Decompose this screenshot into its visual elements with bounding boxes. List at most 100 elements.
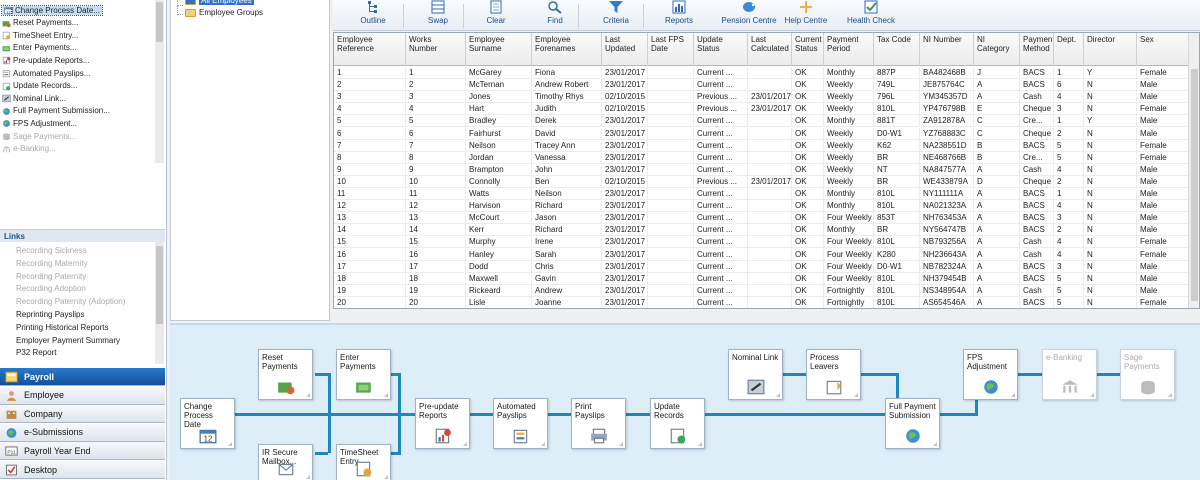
column-header[interactable]: NI Number — [920, 33, 974, 66]
column-header[interactable]: Director — [1084, 33, 1137, 66]
process-step[interactable]: Process Leavers — [806, 349, 861, 400]
column-header[interactable]: Works Number — [406, 33, 466, 66]
link-item[interactable]: Employer Payment Summary — [16, 335, 120, 347]
link-item[interactable]: Recording Maternity — [16, 258, 88, 270]
link-item[interactable]: Printing Historical Reports — [16, 322, 108, 334]
nav-employee[interactable]: Employee — [0, 386, 165, 405]
column-header[interactable]: Payment Method — [1020, 33, 1054, 66]
column-header[interactable]: Employee Reference — [334, 33, 406, 66]
table-cell — [748, 163, 792, 176]
process-step[interactable]: Automated Payslips — [493, 398, 548, 449]
nav-year-end[interactable]: P11 Payroll Year End — [0, 442, 165, 461]
process-step[interactable]: Pre-update Reports — [415, 398, 470, 449]
nav-company[interactable]: Company — [0, 405, 165, 424]
table-cell: Y — [1084, 115, 1137, 128]
process-step[interactable]: Update Records — [650, 398, 705, 449]
process-step[interactable]: IR Secure Mailbox... — [258, 444, 313, 480]
table-row[interactable]: 11 11 Watts Neilson 23/01/2017 Current ... OK M… — [334, 188, 1189, 200]
toolbar-outline-button[interactable]: Outline — [345, 0, 401, 31]
process-step[interactable]: Change Process Date 12 — [180, 398, 235, 449]
column-header[interactable]: Current Status — [792, 33, 824, 66]
toolbar-find-button[interactable]: Find — [530, 0, 580, 31]
table-cell: N — [1084, 151, 1137, 164]
link-item[interactable]: Recording Paternity — [16, 271, 86, 283]
task-item[interactable]: Sage Payments... — [0, 130, 165, 142]
process-step[interactable]: FPS Adjustment — [963, 349, 1018, 400]
column-header[interactable]: NI Category — [974, 33, 1020, 66]
tree-item[interactable]: All Employees — [183, 0, 254, 7]
column-header[interactable]: Employee Surname — [466, 33, 532, 66]
table-row[interactable]: 18 18 Maxwell Gavin 23/01/2017 Current ... OK F… — [334, 272, 1189, 285]
table-row[interactable]: 12 12 Harvison Richard 23/01/2017 Current ...… — [334, 200, 1189, 213]
links-scrollbar[interactable] — [155, 242, 164, 364]
process-step[interactable]: e-Banking — [1042, 349, 1097, 400]
task-list-scrollbar[interactable] — [155, 0, 164, 163]
task-item[interactable]: e-Banking... — [0, 143, 165, 155]
nav-payroll[interactable]: Payroll — [0, 368, 165, 386]
table-row[interactable]: 13 13 McCourt Jason 23/01/2017 Current ... OK F… — [334, 212, 1189, 225]
toolbar-reports-button[interactable]: Reports — [651, 0, 707, 31]
nav-globe[interactable]: e-Submissions — [0, 423, 165, 442]
table-row[interactable]: 7 7 Neilson Tracey Ann 23/01/2017 Current ...… — [334, 139, 1189, 152]
process-step[interactable]: Nominal Link — [728, 349, 783, 400]
task-item[interactable]: 12 Change Process Date... — [0, 4, 165, 16]
task-item[interactable]: Enter Payments... — [0, 42, 165, 54]
toolbar-pension-button[interactable]: Pension Centre — [713, 0, 785, 31]
toolbar-help-button[interactable]: Help Centre — [783, 0, 829, 31]
table-row[interactable]: 15 15 Murphy Irene 23/01/2017 Current ... OK Fo… — [334, 236, 1189, 249]
table-row[interactable]: 17 17 Dodd Chris 23/01/2017 Current ... OK Four… — [334, 260, 1189, 273]
table-row[interactable]: 1 1 McGarey Fiona 23/01/2017 Current ... OK Mon… — [334, 67, 1189, 79]
column-header[interactable]: Last Calculated — [748, 33, 792, 66]
table-row[interactable]: 6 6 Fairhurst David 23/01/2017 Current ... OK W… — [334, 127, 1189, 140]
task-item[interactable]: Automated Payslips... — [0, 67, 165, 79]
column-header[interactable]: Last Updated — [602, 33, 648, 66]
column-header[interactable]: Update Status — [694, 33, 748, 66]
link-item[interactable]: P32 Report — [16, 347, 56, 359]
column-header[interactable]: Tax Code — [874, 33, 920, 66]
table-row[interactable]: 14 14 Kerr Richard 23/01/2017 Current ... OK Mo… — [334, 224, 1189, 237]
link-item[interactable]: Recording Sickness — [16, 245, 87, 257]
nav-desktop[interactable]: Desktop — [0, 461, 165, 479]
process-step[interactable]: Print Payslips — [571, 398, 626, 449]
table-row[interactable]: 10 10 Connolly Ben 02/10/2015 Previous ... 23/… — [334, 175, 1189, 188]
table-row[interactable]: 20 20 Lisle Joanne 23/01/2017 Current ... OK Fo… — [334, 296, 1189, 308]
table-cell: OK — [792, 127, 824, 140]
process-step[interactable]: Reset Payments — [258, 349, 313, 400]
table-cell: 13 — [406, 212, 466, 225]
table-cell: 19 — [334, 284, 406, 297]
link-item[interactable]: Recording Adoption — [16, 283, 86, 295]
task-item[interactable]: Update Records... — [0, 80, 165, 92]
toolbar-swap-button[interactable]: Swap — [413, 0, 463, 31]
process-step[interactable]: Full Payment Submission — [885, 398, 940, 449]
grid-scrollbar[interactable] — [1188, 33, 1199, 308]
link-item[interactable]: Reprinting Payslips — [16, 309, 84, 321]
process-step[interactable]: Enter Payments — [336, 349, 391, 400]
column-header[interactable]: Dept. — [1054, 33, 1084, 66]
toolbar-criteria-button[interactable]: Criteria — [588, 0, 644, 31]
table-row[interactable]: 3 3 Jones Timothy Rhys 02/10/2015 Previous ..… — [334, 91, 1189, 104]
tree-item[interactable]: Employee Groups — [183, 7, 263, 19]
table-row[interactable]: 5 5 Bradley Derek 23/01/2017 Current ... OK Mon… — [334, 115, 1189, 128]
table-row[interactable]: 16 16 Hanley Sarah 23/01/2017 Current ... OK Fo… — [334, 248, 1189, 261]
task-item[interactable]: Nominal Link... — [0, 92, 165, 104]
table-row[interactable]: 4 4 Hart Judith 02/10/2015 Previous ... 23/01/… — [334, 103, 1189, 116]
task-item[interactable]: Pre-update Reports... — [0, 54, 165, 66]
toolbar-health-check-button[interactable]: Health Check — [840, 0, 902, 31]
toolbar-clear-button[interactable]: Clear — [473, 0, 519, 31]
column-header[interactable]: Sex — [1137, 33, 1189, 66]
link-item[interactable]: Recording Paternity (Adoption) — [16, 296, 125, 308]
table-row[interactable]: 9 9 Brampton John 23/01/2017 Current ... OK Wee… — [334, 163, 1189, 176]
table-row[interactable]: 8 8 Jordan Vanessa 23/01/2017 Current ... OK We… — [334, 151, 1189, 164]
process-step[interactable]: Sage Payments — [1120, 349, 1175, 400]
task-item[interactable]: FPS Adjustment... — [0, 117, 165, 129]
table-row[interactable]: 19 19 Rickeard Andrew 23/01/2017 Current ... O… — [334, 284, 1189, 297]
table-row[interactable]: 2 2 McTernan Andrew Robert 23/01/2017 Current… — [334, 79, 1189, 92]
process-step[interactable]: TimeSheet Entry — [336, 444, 391, 480]
task-item[interactable]: Full Payment Submission... — [0, 105, 165, 117]
task-item[interactable]: Reset Payments... — [0, 17, 165, 29]
column-header[interactable]: Payment Period — [824, 33, 874, 66]
table-cell: N — [1084, 236, 1137, 249]
column-header[interactable]: Last FPS Date — [648, 33, 694, 66]
task-item[interactable]: TimeSheet Entry... — [0, 29, 165, 41]
column-header[interactable]: Employee Forenames — [532, 33, 602, 66]
